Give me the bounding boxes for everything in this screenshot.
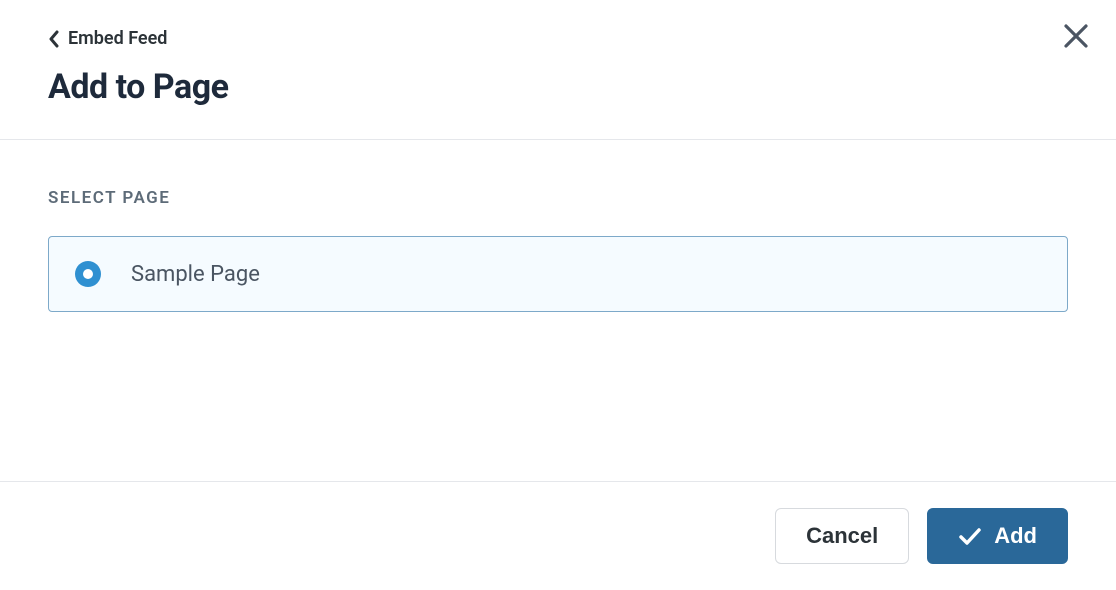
add-button[interactable]: Add [927, 508, 1068, 564]
close-button[interactable] [1058, 18, 1094, 54]
cancel-button-label: Cancel [806, 525, 878, 547]
chevron-left-icon [48, 30, 60, 48]
dialog-footer: Cancel Add [0, 481, 1116, 590]
page-title: Add to Page [48, 67, 1068, 107]
cancel-button[interactable]: Cancel [775, 508, 909, 564]
close-icon [1062, 22, 1090, 50]
radio-selected-icon [75, 261, 101, 287]
page-option-label: Sample Page [131, 262, 260, 287]
dialog-header: Embed Feed Add to Page [0, 0, 1116, 140]
back-link-label: Embed Feed [68, 28, 167, 49]
back-link[interactable]: Embed Feed [48, 28, 1068, 49]
dialog-content: SELECT PAGE Sample Page [0, 140, 1116, 352]
add-button-label: Add [994, 525, 1037, 547]
page-option-row[interactable]: Sample Page [48, 236, 1068, 312]
check-icon [958, 526, 982, 546]
section-label: SELECT PAGE [48, 188, 1068, 208]
